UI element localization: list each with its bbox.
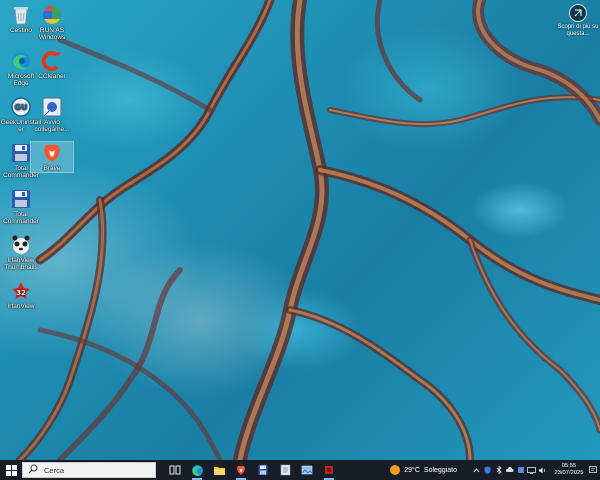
weather-temp: 29°C: [404, 466, 420, 474]
wallpaper: [16, 0, 600, 460]
notepad-icon: [280, 464, 290, 476]
taskbar-total-commander[interactable]: [252, 460, 274, 480]
brave-icon: [40, 142, 64, 164]
desktop-icon-irfanview[interactable]: 32 IrfanView: [0, 280, 42, 310]
clock-time: 05:55: [561, 463, 577, 469]
geek-uninstaller-icon: GU: [9, 96, 33, 118]
taskbar: Cerca 29°C Soleggiato 05:55 23/07/2025: [0, 460, 600, 480]
search-placeholder: Cerca: [44, 465, 65, 475]
svg-text:GU: GU: [14, 103, 27, 112]
irfanview-icon: 32: [9, 280, 33, 302]
desktop-icon-label: Brave: [43, 165, 61, 172]
taskbar-edge[interactable]: [186, 460, 208, 480]
desktop-icon-label: Avvio collegame...: [34, 119, 70, 133]
ccleaner-icon: [40, 50, 64, 72]
edge-icon: [9, 50, 33, 72]
recycle-bin-icon: [9, 4, 33, 26]
taskbar-clock[interactable]: 05:55 23/07/2025: [552, 463, 586, 477]
search-icon: [28, 461, 40, 479]
desktop[interactable]: Cestino Microsoft Edge GU GeekUninstalle…: [0, 0, 600, 460]
desktop-icon-label: Total Commander: [3, 211, 39, 225]
search-box[interactable]: Cerca: [22, 462, 156, 478]
total-commander-icon: [9, 142, 33, 164]
folder-icon: [213, 467, 225, 475]
notification-icon: [589, 466, 597, 473]
taskbar-notepad[interactable]: [274, 460, 296, 480]
desktop-icon-ccleaner[interactable]: CCleaner: [31, 50, 73, 80]
taskbar-task-view[interactable]: [164, 460, 186, 480]
system-tray: [471, 460, 548, 480]
svg-text:32: 32: [16, 289, 26, 297]
red-app-icon: [325, 466, 333, 474]
learn-more-about-picture[interactable]: Scopri di più su questa...: [556, 4, 600, 38]
brave-icon: [237, 465, 245, 475]
desktop-icon-shortcut[interactable]: Avvio collegame...: [31, 96, 73, 133]
taskbar-file-explorer[interactable]: [208, 460, 230, 480]
windows-logo-icon: [5, 464, 17, 476]
run-as-windows-icon: [40, 4, 64, 26]
camera-aperture-icon: [569, 4, 587, 22]
irfanview-thumbnails-icon: [9, 234, 33, 256]
task-view-icon: [169, 465, 181, 475]
taskbar-red-app[interactable]: [318, 460, 340, 480]
tray-network-icon[interactable]: [526, 460, 537, 480]
desktop-icon-label: IrfanView: [7, 303, 35, 310]
tray-bluetooth-icon[interactable]: [493, 460, 504, 480]
desktop-icon-label: CCleaner: [38, 73, 66, 80]
edge-icon: [191, 464, 203, 476]
weather-widget[interactable]: 29°C Soleggiato: [390, 465, 457, 475]
notification-center[interactable]: [586, 460, 600, 480]
desktop-icon-brave[interactable]: Brave: [30, 141, 74, 173]
learn-more-label: Scopri di più su questa...: [557, 24, 599, 37]
sun-icon: [390, 465, 401, 475]
tray-cloud-icon[interactable]: [504, 460, 515, 480]
desktop-icon-label: IrfanView Thumbnails: [4, 257, 38, 271]
desktop-icon-run-as-windows[interactable]: RUN AS Windows: [31, 4, 73, 41]
photos-icon: [301, 465, 313, 475]
total-commander-icon: [9, 188, 33, 210]
desktop-icon-total-commander-2[interactable]: Total Commander: [0, 188, 42, 225]
tray-shield-icon[interactable]: [482, 460, 493, 480]
desktop-icon-irfanview-thumbnails[interactable]: IrfanView Thumbnails: [0, 234, 42, 271]
tray-overflow-chevron-icon[interactable]: [471, 460, 482, 480]
clock-date: 23/07/2025: [554, 470, 584, 476]
total-commander-icon: [258, 465, 268, 475]
shortcut-icon: [40, 96, 64, 118]
tray-volume-icon[interactable]: [537, 460, 548, 480]
taskbar-brave[interactable]: [230, 460, 252, 480]
desktop-icon-label: RUN AS Windows: [38, 27, 66, 41]
taskbar-photos[interactable]: [296, 460, 318, 480]
weather-condition: Soleggiato: [423, 466, 457, 474]
tray-app-icon[interactable]: [515, 460, 526, 480]
start-button[interactable]: [0, 460, 22, 480]
